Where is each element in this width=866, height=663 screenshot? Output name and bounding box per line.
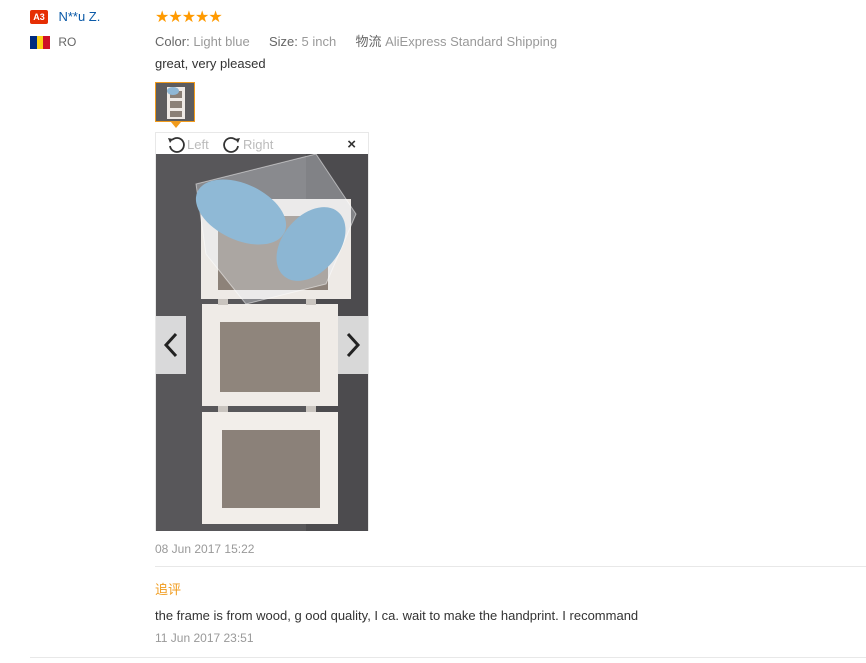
size-key: Size: <box>268 34 298 49</box>
image-viewer: Left Right × <box>155 132 369 531</box>
divider <box>30 657 866 658</box>
color-value: Light blue <box>193 34 250 49</box>
additional-review-label: 追评 <box>155 582 182 597</box>
divider <box>155 566 866 567</box>
shipping-value: AliExpress Standard Shipping <box>385 34 558 49</box>
next-image-button[interactable] <box>338 316 368 374</box>
review-photo <box>156 154 368 531</box>
photo-frames-image <box>156 154 368 531</box>
buyer-level-badge: A3 <box>30 9 48 24</box>
additional-review-date: 11 Jun 2017 23:51 <box>155 631 254 645</box>
rotate-right-label: Right <box>243 136 274 152</box>
reviewer-name: N**u Z. <box>58 9 101 25</box>
shipping-key: 物流 <box>355 34 382 49</box>
romania-flag-icon <box>30 36 50 50</box>
country-code: RO <box>58 35 77 49</box>
rotate-right-icon <box>223 137 240 153</box>
review-date: 08 Jun 2017 15:22 <box>155 542 255 556</box>
feedback-text: great, very pleased <box>155 56 266 71</box>
chevron-right-icon <box>346 332 361 358</box>
additional-review-text: the frame is from wood, g ood quality, I… <box>155 608 639 623</box>
reviewer-info: A3 N**u Z. <box>30 8 100 26</box>
close-viewer-button[interactable]: × <box>347 136 356 153</box>
rotate-right-button[interactable]: Right <box>222 134 273 154</box>
thumbnail-pointer <box>171 122 181 128</box>
size-value: 5 inch <box>301 34 337 49</box>
reviewer-country: RO <box>30 35 77 50</box>
rotate-left-button[interactable]: Left <box>166 134 209 154</box>
rotate-left-label: Left <box>187 136 209 152</box>
chevron-left-icon <box>163 332 178 358</box>
rotate-left-icon <box>168 137 185 153</box>
star-rating: ★★★★★ <box>155 9 223 26</box>
color-key: Color: <box>155 34 190 49</box>
review-photo-thumbnail[interactable] <box>155 82 195 122</box>
thumbnail-image <box>156 83 194 121</box>
previous-image-button[interactable] <box>156 316 186 374</box>
order-attributes: Color: Light blue Size: 5 inch 物流 AliExp… <box>155 31 557 50</box>
viewer-toolbar: Left Right × <box>156 133 368 154</box>
